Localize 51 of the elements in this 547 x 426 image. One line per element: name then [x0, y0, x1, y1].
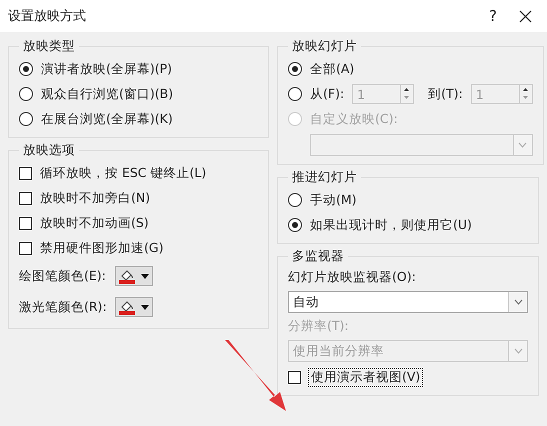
radio-label: 自定义放映(C):: [310, 110, 398, 128]
checkbox[interactable]: [19, 192, 32, 204]
checkbox[interactable]: [19, 216, 32, 230]
caret-icon: [141, 274, 149, 278]
radio-button[interactable]: [288, 218, 302, 232]
paint-bucket-icon: [119, 299, 135, 315]
radio-button[interactable]: [19, 87, 33, 101]
radio-button[interactable]: [288, 193, 302, 207]
radio-label: 全部(A): [310, 60, 354, 78]
pen-color-button[interactable]: [115, 266, 153, 286]
field-label: 激光笔颜色(R):: [19, 298, 107, 316]
checkbox-label: 禁用硬件图形加速(G): [40, 240, 164, 256]
group-title: 放映类型: [22, 38, 76, 55]
radio-label: 演讲者放映(全屏幕)(P): [41, 60, 172, 78]
radio-label: 从(F):: [310, 86, 344, 102]
group-title: 放映选项: [22, 142, 76, 159]
checkbox-label: 循环放映，按 ESC 键终止(L): [40, 164, 206, 182]
group-title: 放映幻灯片: [291, 38, 358, 55]
group-title: 推进幻灯片: [291, 169, 358, 186]
close-icon: [518, 10, 532, 22]
radio-button[interactable]: [19, 112, 33, 126]
dropdown[interactable]: 自动: [288, 291, 528, 313]
checkbox-label: 使用演示者视图(V): [309, 368, 422, 386]
group-title: 多监视器: [291, 248, 345, 265]
checkbox-label: 放映时不加旁白(N): [40, 190, 150, 206]
radio-button[interactable]: [19, 62, 33, 76]
checkbox[interactable]: [19, 242, 32, 254]
radio-button[interactable]: [288, 87, 302, 101]
window-title: 设置放映方式: [8, 8, 87, 25]
paint-bucket-icon: [119, 268, 135, 284]
radio-label: 观众自行浏览(窗口)(B): [41, 86, 174, 102]
field-label: 到(T):: [428, 86, 463, 102]
help-button[interactable]: ?: [473, 7, 513, 25]
number-spinner[interactable]: 1: [470, 84, 533, 104]
radio-label: 手动(M): [310, 192, 357, 208]
field-label: 分辨率(T):: [288, 318, 350, 335]
annotation-arrow: [225, 340, 287, 412]
chevron-icon: [514, 299, 522, 305]
field-label: 幻灯片放映监视器(O):: [288, 269, 417, 286]
number-spinner[interactable]: 1: [352, 84, 414, 104]
checkbox[interactable]: [19, 166, 32, 180]
pen-color-button[interactable]: [115, 297, 153, 317]
checkbox[interactable]: [288, 370, 301, 384]
radio-button[interactable]: [288, 62, 302, 76]
radio-label: 如果出现计时，则使用它(U): [310, 216, 472, 234]
chevron-icon: [518, 142, 528, 148]
radio-label: 在展台浏览(全屏幕)(K): [41, 110, 173, 128]
checkbox-label: 放映时不加动画(S): [40, 214, 149, 232]
chevron-icon: [514, 348, 522, 354]
field-label: 绘图笔颜色(E):: [19, 268, 107, 284]
caret-icon: [141, 304, 149, 310]
